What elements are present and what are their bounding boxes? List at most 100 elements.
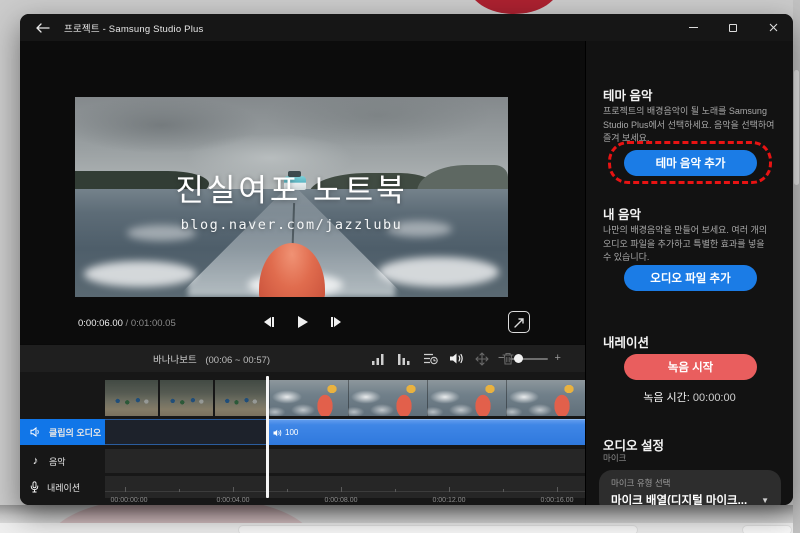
fade-out-icon [398,353,410,365]
step-forward-button[interactable] [328,313,346,331]
ruler-label: 00:00:00:00 [110,497,148,504]
title-bar: 프로젝트 - Samsung Studio Plus [20,14,793,41]
video-preview-area: 진실여포 노트북 blog.naver.com/jazzlubu 0:00:06… [20,41,585,344]
recording-time: 녹음 시간: 00:00:00 [586,389,793,405]
timeline-ruler[interactable]: 00:00:00:00 0:00:04.00 0:00:08.00 0:00:1… [105,487,585,505]
track-label-clip-audio[interactable]: 클립의 오디오 [20,419,105,445]
maximize-icon [729,23,737,32]
screenshot-stage: 프로젝트 - Samsung Studio Plus 완료 취소 [0,0,800,533]
app-window: 프로젝트 - Samsung Studio Plus 완료 취소 [20,14,793,505]
minimize-icon [688,27,698,28]
timeline-tool-icons [370,351,516,367]
step-forward-icon [331,317,341,327]
audio-sidebar: 테마 음악 프로젝트의 배경음악이 될 노래를 Samsung Studio P… [585,41,793,505]
fade-in-button[interactable] [370,351,386,367]
video-frame[interactable]: 진실여포 노트북 blog.naver.com/jazzlubu [75,97,508,297]
close-button[interactable] [753,14,793,41]
volume-icon [449,353,463,364]
track-label-narration[interactable]: 내레이션 [20,476,105,498]
ruler-tick [179,489,180,492]
my-music-desc: 나만의 배경음악을 만들어 보세요. 여러 개의 오디오 파일을 추가하고 특별… [603,225,768,262]
move-button[interactable] [474,351,490,367]
clip-range: (00:06 ~ 00:57) [205,354,271,366]
music-track[interactable] [105,449,585,473]
theme-music-desc: 프로젝트의 배경음악이 될 노래를 Samsung Studio Plus에서 … [603,106,775,143]
timeline-zoom-control: − + [498,353,561,364]
ruler-tick [449,487,450,492]
selected-clip-title: 바나나보트 (00:06 ~ 00:57) [153,352,270,366]
ruler-tick [395,489,396,492]
zoom-slider[interactable] [510,354,549,363]
clip-thumbnail[interactable] [160,380,213,416]
step-back-icon [264,317,274,327]
small-speaker-icon [273,429,282,436]
recording-time-value: 00:00:00 [692,392,736,404]
maximize-button[interactable] [713,14,753,41]
mic-type-select[interactable]: 마이크 유형 선택 마이크 배열(디지털 마이크... ▼ [599,470,781,505]
minimize-button[interactable] [673,14,713,41]
audio-volume-label: 100 [273,428,298,437]
clip-audio-track[interactable]: 100 [105,419,585,445]
ruler-label: 0:00:12.00 [432,497,466,504]
speaker-icon [30,427,39,437]
move-icon [475,351,489,366]
background-blurred-element [742,525,792,533]
ruler-tick [233,487,234,492]
speed-icon [423,353,438,365]
ruler-tick [557,487,558,492]
ruler-label: 0:00:08.00 [324,497,358,504]
video-overlay-title: 진실여포 노트북 [175,173,408,208]
clip-thumbnail[interactable] [105,380,158,416]
narration-title: 내레이션 [603,336,650,350]
mic-select-label: 마이크 유형 선택 [611,478,671,488]
track-label-music[interactable]: ♪ 음악 [20,449,105,473]
clip-thumbnail[interactable] [215,380,266,416]
zoom-out-button[interactable]: − [498,353,504,364]
page-scrollbar-thumb[interactable] [794,70,799,185]
fade-out-button[interactable] [396,351,412,367]
playhead[interactable] [266,376,269,498]
my-music-title: 내 음악 [603,208,641,222]
window-title: 프로젝트 - Samsung Studio Plus [64,23,204,35]
add-theme-music-button[interactable]: 테마 음악 추가 [624,150,757,176]
play-icon [297,316,308,328]
volume-button[interactable] [448,351,464,367]
clip-thumbnail-strip[interactable] [269,380,585,416]
ruler-label: 0:00:04.00 [216,497,250,504]
fullscreen-icon [513,317,524,328]
timeline-toolbar: 바나나보트 (00:06 ~ 00:57) − + [20,344,585,372]
chevron-down-icon: ▼ [761,495,769,505]
add-audio-file-button[interactable]: 오디오 파일 추가 [624,265,757,291]
zoom-slider-handle[interactable] [514,354,524,363]
timeline: 100 클립의 오디오 ♪ 음악 내레이션 00:00:00:00 0:00:0… [20,372,585,505]
microphone-icon [30,481,39,493]
playback-bar: 0:00:06.00 / 0:01:00.05 [20,303,585,344]
video-foam [83,261,197,287]
recording-time-label: 녹음 시간: [643,392,690,404]
close-icon [769,23,777,32]
start-recording-button[interactable]: 녹음 시작 [624,354,757,380]
audio-volume-value: 100 [285,428,299,437]
selected-audio-segment[interactable]: 100 [267,419,585,445]
speed-button[interactable] [422,351,438,367]
step-back-button[interactable] [260,313,278,331]
mic-subtitle: 마이크 [603,453,627,463]
track-label-text: 음악 [49,456,66,467]
fullscreen-button[interactable] [508,311,530,333]
transport-controls [20,313,585,331]
background-gradient-strip [0,505,800,524]
music-note-icon: ♪ [32,455,39,467]
zoom-in-button[interactable]: + [554,353,560,364]
track-label-text: 내레이션 [47,482,81,493]
ruler-tick [287,489,288,492]
ruler-tick [503,489,504,492]
back-button[interactable] [32,19,54,37]
ruler-label: 0:00:16.00 [540,497,574,504]
track-label-text: 클립의 오디오 [49,427,102,438]
window-controls [673,14,793,41]
clip-name: 바나나보트 [153,354,197,366]
fade-in-icon [372,353,384,365]
ruler-tick [341,487,342,492]
theme-music-title: 테마 음악 [603,89,653,103]
play-button[interactable] [294,313,312,331]
